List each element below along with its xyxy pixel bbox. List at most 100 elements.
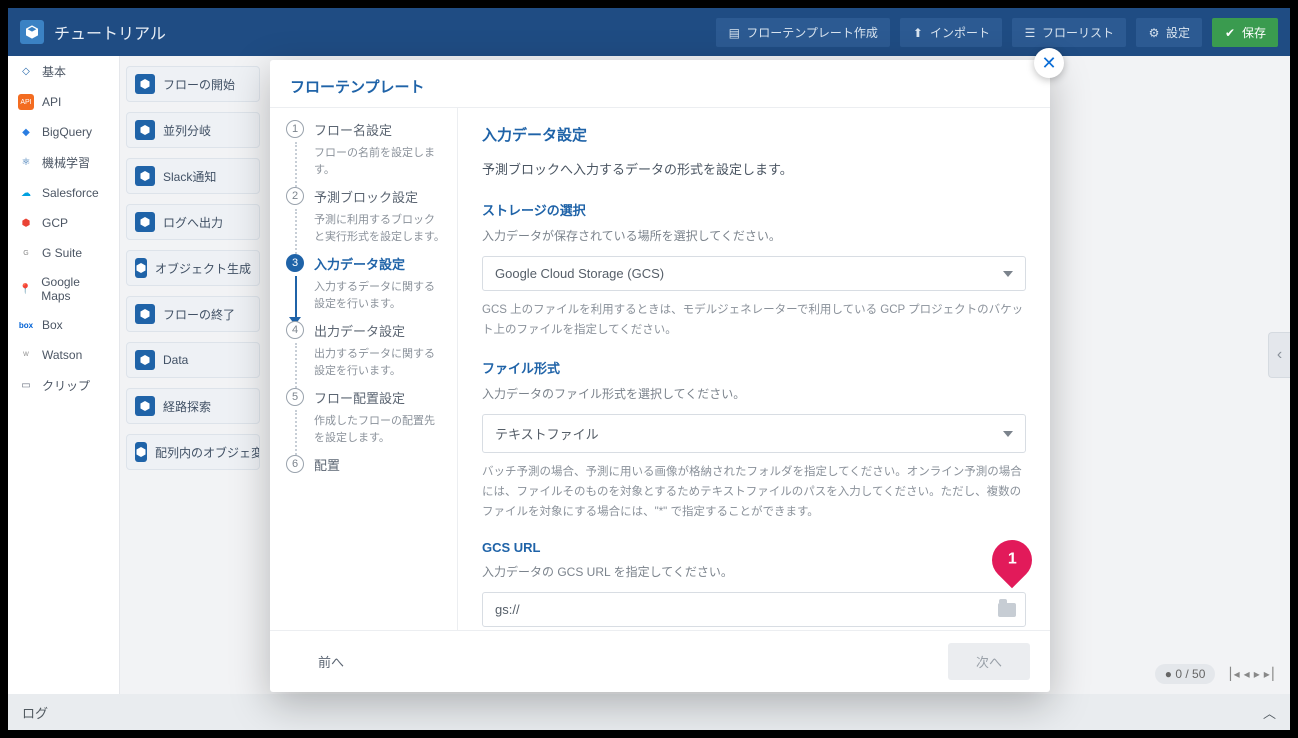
step-5[interactable]: 5 フロー配置設定 作成したフローの配置先を設定します。 bbox=[286, 388, 445, 447]
step-number-icon: 4 bbox=[286, 321, 304, 339]
first-page-icon[interactable]: ⎮◂ bbox=[1227, 667, 1239, 681]
step-2[interactable]: 2 予測ブロック設定 予測に利用するブロックと実行形式を設定します。 bbox=[286, 187, 445, 246]
integration-sidebar: ◇基本 APIAPI ◆BigQuery ⚛機械学習 ☁Salesforce ⬢… bbox=[8, 56, 120, 694]
step-desc: 予測に利用するブロックと実行形式を設定します。 bbox=[314, 212, 445, 246]
close-modal-button[interactable]: ✕ bbox=[1034, 48, 1064, 78]
flow-template-modal: ✕ フローテンプレート 1 フロー名設定 フローの名前を設定します。 2 予測ブ… bbox=[270, 60, 1050, 692]
clip-icon: ▭ bbox=[18, 378, 34, 394]
modal-footer: 前へ 次へ bbox=[270, 630, 1050, 692]
step-title: フロー配置設定 bbox=[314, 388, 445, 407]
create-template-button[interactable]: ▤フローテンプレート作成 bbox=[716, 18, 890, 47]
object-count-chip: ● 0 / 50 bbox=[1155, 664, 1216, 684]
storage-note: GCS 上のファイルを利用するときは、モデルジェネレーターで利用している GCP… bbox=[482, 301, 1026, 340]
sidebar-item-gsuite[interactable]: GG Suite bbox=[8, 238, 119, 268]
step-desc: 出力するデータに関する設定を行います。 bbox=[314, 346, 445, 380]
check-icon: ✔ bbox=[1224, 26, 1236, 38]
format-note: バッチ予測の場合、予測に用いる画像が格納されたフォルダを指定してください。オンラ… bbox=[482, 463, 1026, 522]
chevron-down-icon bbox=[1003, 271, 1013, 277]
cube-icon: ◇ bbox=[18, 64, 34, 80]
chevron-down-icon bbox=[1003, 431, 1013, 437]
file-format-select[interactable]: テキストファイル bbox=[482, 414, 1026, 453]
sidebar-item-ml[interactable]: ⚛機械学習 bbox=[8, 147, 119, 178]
block-icon bbox=[135, 396, 155, 416]
gcs-url-input[interactable] bbox=[482, 592, 1026, 627]
browse-folder-button[interactable] bbox=[998, 603, 1016, 617]
palette-slack-notify[interactable]: Slack通知 bbox=[126, 158, 260, 194]
url-section-title: GCS URL bbox=[482, 540, 1026, 555]
sidebar-item-basic[interactable]: ◇基本 bbox=[8, 56, 119, 87]
step-title: 配置 bbox=[314, 455, 445, 474]
select-value: テキストファイル bbox=[495, 424, 599, 443]
maps-icon: 📍 bbox=[18, 281, 33, 297]
sidebar-item-salesforce[interactable]: ☁Salesforce bbox=[8, 178, 119, 208]
storage-hint: 入力データが保存されている場所を選択してください。 bbox=[482, 227, 1026, 246]
sidebar-item-clip[interactable]: ▭クリップ bbox=[8, 370, 119, 401]
last-page-icon[interactable]: ▸⎮ bbox=[1264, 667, 1276, 681]
box-icon: box bbox=[18, 317, 34, 333]
step-1[interactable]: 1 フロー名設定 フローの名前を設定します。 bbox=[286, 120, 445, 179]
block-icon bbox=[135, 258, 147, 278]
sidebar-item-api[interactable]: APIAPI bbox=[8, 87, 119, 117]
sidebar-item-bigquery[interactable]: ◆BigQuery bbox=[8, 117, 119, 147]
block-icon bbox=[135, 120, 155, 140]
block-icon bbox=[135, 74, 155, 94]
gcs-url-input-wrap: 1 bbox=[482, 592, 1026, 627]
chevron-up-icon[interactable]: ︿ bbox=[1263, 703, 1276, 722]
palette-flow-start[interactable]: フローの開始 bbox=[126, 66, 260, 102]
format-section-title: ファイル形式 bbox=[482, 358, 1026, 377]
api-icon: API bbox=[18, 94, 34, 110]
palette-array-object-transform[interactable]: 配列内のオブジェ変換 bbox=[126, 434, 260, 470]
palette-parallel-branch[interactable]: 並列分岐 bbox=[126, 112, 260, 148]
step-desc: フローの名前を設定します。 bbox=[314, 145, 445, 179]
ml-icon: ⚛ bbox=[18, 155, 34, 171]
gear-icon: ⚙ bbox=[1148, 26, 1160, 38]
block-icon bbox=[135, 304, 155, 324]
salesforce-icon: ☁ bbox=[18, 185, 34, 201]
sidebar-item-box[interactable]: boxBox bbox=[8, 310, 119, 340]
select-value: Google Cloud Storage (GCS) bbox=[495, 266, 664, 281]
app-title: チュートリアル bbox=[54, 20, 166, 44]
close-icon: ✕ bbox=[1041, 53, 1056, 74]
app-logo-icon bbox=[20, 20, 44, 44]
log-label: ログ bbox=[22, 703, 48, 722]
sidebar-item-google-maps[interactable]: 📍Google Maps bbox=[8, 268, 119, 310]
palette-data[interactable]: Data bbox=[126, 342, 260, 378]
upload-icon: ⬆ bbox=[912, 26, 924, 38]
palette-flow-end[interactable]: フローの終了 bbox=[126, 296, 260, 332]
block-icon bbox=[135, 442, 147, 462]
import-button[interactable]: ⬆インポート bbox=[900, 18, 1002, 47]
palette-log-output[interactable]: ログへ出力 bbox=[126, 204, 260, 240]
next-button[interactable]: 次へ bbox=[948, 643, 1030, 680]
settings-button[interactable]: ⚙設定 bbox=[1136, 18, 1202, 47]
form-lead: 予測ブロックへ入力するデータの形式を設定します。 bbox=[482, 159, 1026, 178]
block-icon bbox=[135, 212, 155, 232]
palette-create-object[interactable]: オブジェクト生成 bbox=[126, 250, 260, 286]
form-heading: 入力データ設定 bbox=[482, 124, 1026, 145]
url-hint: 入力データの GCS URL を指定してください。 bbox=[482, 563, 1026, 582]
block-palette: フローの開始 並列分岐 Slack通知 ログへ出力 オブジェクト生成 フローの終… bbox=[120, 56, 266, 682]
save-button[interactable]: ✔保存 bbox=[1212, 18, 1278, 47]
storage-select[interactable]: Google Cloud Storage (GCS) bbox=[482, 256, 1026, 291]
flow-list-button[interactable]: ☰フローリスト bbox=[1012, 18, 1126, 47]
next-page-icon[interactable]: ▸ bbox=[1254, 667, 1260, 681]
step-title: 予測ブロック設定 bbox=[314, 187, 445, 206]
step-desc: 作成したフローの配置先を設定します。 bbox=[314, 413, 445, 447]
log-panel-header[interactable]: ログ ︿ bbox=[8, 694, 1290, 730]
prev-button[interactable]: 前へ bbox=[290, 643, 372, 680]
sidebar-item-watson[interactable]: WWatson bbox=[8, 340, 119, 370]
sidebar-item-gcp[interactable]: ⬢GCP bbox=[8, 208, 119, 238]
prev-page-icon[interactable]: ◂ bbox=[1244, 667, 1250, 681]
page-navigation[interactable]: ⎮◂ ◂ ▸ ▸⎮ bbox=[1227, 667, 1276, 681]
step-4[interactable]: 4 出力データ設定 出力するデータに関する設定を行います。 bbox=[286, 321, 445, 380]
watson-icon: W bbox=[18, 347, 34, 363]
palette-route-search[interactable]: 経路探索 bbox=[126, 388, 260, 424]
step-3[interactable]: 3 入力データ設定 入力するデータに関する設定を行います。 bbox=[286, 254, 445, 313]
modal-form: 入力データ設定 予測ブロックへ入力するデータの形式を設定します。 ストレージの選… bbox=[458, 108, 1050, 630]
right-drawer-toggle[interactable]: ‹ bbox=[1268, 332, 1290, 378]
app-header: チュートリアル ▤フローテンプレート作成 ⬆インポート ☰フローリスト ⚙設定 … bbox=[8, 8, 1290, 56]
block-icon bbox=[135, 166, 155, 186]
step-number-icon: 1 bbox=[286, 120, 304, 138]
list-icon: ▤ bbox=[728, 26, 740, 38]
step-6[interactable]: 6 配置 bbox=[286, 455, 445, 474]
step-desc: 入力するデータに関する設定を行います。 bbox=[314, 279, 445, 313]
